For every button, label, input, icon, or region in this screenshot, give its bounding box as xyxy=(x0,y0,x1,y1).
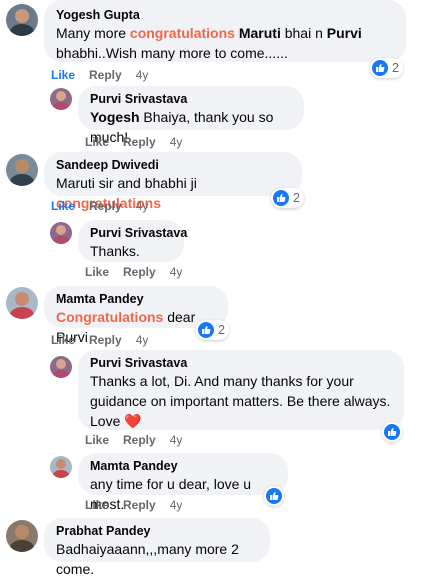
comment-text-line1: Thanks a lot, Di. And many thanks for yo… xyxy=(90,373,354,389)
commenter-name[interactable]: Purvi Srivastava xyxy=(90,91,292,107)
reaction-count[interactable]: 2 xyxy=(271,188,304,208)
comment-text-line3: Love ❤️ xyxy=(90,413,142,429)
thumbs-up-icon xyxy=(198,322,214,338)
comment-actions: Like Reply 4y xyxy=(51,199,162,213)
reply-button[interactable]: Reply xyxy=(89,199,122,213)
reaction-count[interactable] xyxy=(264,486,284,506)
thumbs-up-icon xyxy=(372,60,388,76)
commenter-name[interactable]: Yogesh Gupta xyxy=(56,7,394,23)
thumbs-up-icon xyxy=(266,488,282,504)
comment-text: Thanks. xyxy=(90,243,140,259)
thumbs-up-icon xyxy=(273,190,289,206)
commenter-name[interactable]: Prabhat Pandey xyxy=(56,523,258,539)
comment-text: Many more congratulations Maruti bhai n … xyxy=(56,25,362,41)
commenter-name[interactable]: Mamta Pandey xyxy=(90,458,276,474)
avatar[interactable] xyxy=(50,88,72,110)
avatar[interactable] xyxy=(50,456,72,478)
comment-text-line2: bhabhi..Wish many more to come...... xyxy=(56,45,288,61)
reply-button[interactable]: Reply xyxy=(123,498,156,512)
comment-actions: Like Reply 4y xyxy=(51,333,162,347)
commenter-name[interactable]: Mamta Pandey xyxy=(56,291,216,307)
timestamp[interactable]: 4y xyxy=(170,498,183,512)
comment-actions: Like Reply 4y xyxy=(85,135,196,149)
timestamp[interactable]: 4y xyxy=(170,433,183,447)
reply-button[interactable]: Reply xyxy=(123,433,156,447)
avatar[interactable] xyxy=(6,287,38,319)
like-button[interactable]: Like xyxy=(51,199,75,213)
avatar[interactable] xyxy=(6,520,38,552)
commenter-name[interactable]: Purvi Srivastava xyxy=(90,355,392,371)
reaction-count[interactable]: 2 xyxy=(196,320,229,340)
comment-actions: Like Reply 4y xyxy=(85,265,196,279)
timestamp[interactable]: 4y xyxy=(136,333,149,347)
comment-bubble: Purvi Srivastava Thanks a lot, Di. And m… xyxy=(78,350,404,430)
comment-bubble: Prabhat Pandey Badhaiyaaann,,,many more … xyxy=(44,518,270,577)
heart-icon: ❤️ xyxy=(124,413,142,429)
reaction-count[interactable]: 2 xyxy=(370,58,403,78)
like-button[interactable]: Like xyxy=(51,333,75,347)
avatar[interactable] xyxy=(6,4,38,36)
timestamp[interactable]: 4y xyxy=(170,265,183,279)
reply-button[interactable]: Reply xyxy=(89,68,122,82)
comment-bubble: Mamta Pandey any time for u dear, love u… xyxy=(78,453,288,512)
comment-bubble: Purvi Srivastava Thanks. xyxy=(78,220,187,262)
reply-button[interactable]: Reply xyxy=(89,333,122,347)
timestamp[interactable]: 4y xyxy=(170,135,183,149)
reply-button[interactable]: Reply xyxy=(123,265,156,279)
like-button[interactable]: Like xyxy=(85,135,109,149)
comment-actions: Like Reply 4y xyxy=(85,433,196,447)
timestamp[interactable]: 4y xyxy=(136,68,149,82)
comment-actions: Like Reply 4y xyxy=(85,498,196,512)
commenter-name[interactable]: Sandeep Dwivedi xyxy=(56,157,290,173)
reply-button[interactable]: Reply xyxy=(123,135,156,149)
comment-bubble: Yogesh Gupta Many more congratulations M… xyxy=(44,0,406,62)
timestamp[interactable]: 4y xyxy=(136,199,149,213)
comment-bubble: Sandeep Dwivedi Maruti sir and bhabhi ji… xyxy=(44,152,302,211)
reaction-count[interactable] xyxy=(382,422,402,442)
comment-text: Badhaiyaaann,,,many more 2 come. xyxy=(56,541,239,577)
avatar[interactable] xyxy=(50,222,72,244)
like-button[interactable]: Like xyxy=(85,433,109,447)
comment-bubble: Purvi Srivastava Yogesh Bhaiya, thank yo… xyxy=(78,86,304,145)
avatar[interactable] xyxy=(6,154,38,186)
like-button[interactable]: Like xyxy=(85,265,109,279)
commenter-name[interactable]: Purvi Srivastava xyxy=(90,225,187,241)
comment-text-line2: guidance on important matters. Be there … xyxy=(90,393,391,409)
thumbs-up-icon xyxy=(384,424,400,440)
like-button[interactable]: Like xyxy=(85,498,109,512)
avatar[interactable] xyxy=(50,356,72,378)
comment-actions: Like Reply 4y xyxy=(51,68,162,82)
like-button[interactable]: Like xyxy=(51,68,75,82)
